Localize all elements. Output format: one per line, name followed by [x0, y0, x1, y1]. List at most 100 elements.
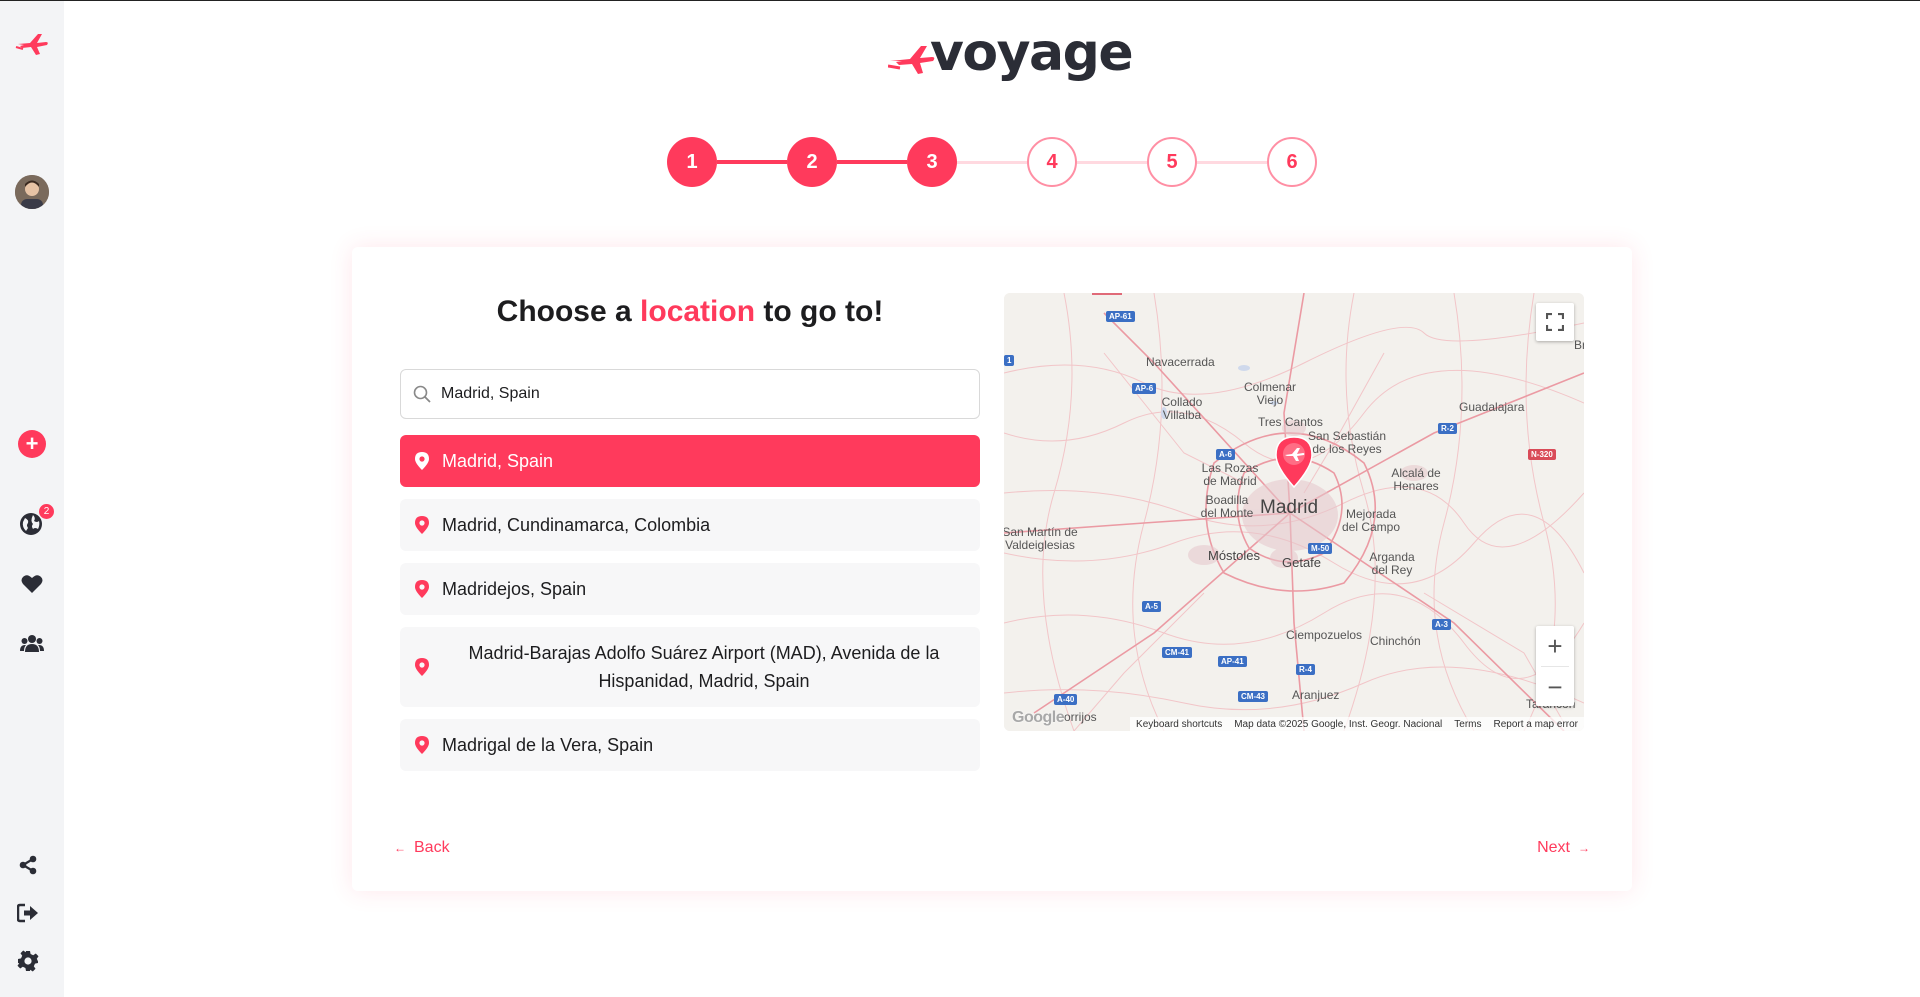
heading-post: to go to! — [763, 295, 884, 328]
location-card: Choose a location to go to! Madrid, Spai… — [352, 247, 1632, 891]
map-attribution: Keyboard shortcuts Map data ©2025 Google… — [1130, 717, 1584, 731]
road-shield: R-4 — [1296, 664, 1315, 675]
plane-logo-icon — [888, 46, 935, 74]
add-icon[interactable]: + — [18, 430, 46, 458]
result-label: Madrid, Cundinamarca, Colombia — [442, 514, 711, 535]
search-box — [400, 369, 980, 419]
location-pin-icon — [410, 452, 434, 470]
map-marker-icon[interactable] — [1274, 435, 1314, 489]
map-label: Boadilla del Monte — [1200, 493, 1254, 520]
step-3[interactable]: 3 — [907, 137, 957, 187]
map-label: Chinchón — [1370, 634, 1421, 648]
map-label: Mejorada del Campo — [1341, 507, 1401, 534]
map-label-madrid: Madrid — [1260, 497, 1319, 518]
users-icon[interactable] — [0, 632, 64, 654]
step-2[interactable]: 2 — [787, 137, 837, 187]
result-item[interactable]: Madrid-Barajas Adolfo Suárez Airport (MA… — [400, 627, 980, 707]
map-label: orrijos — [1064, 710, 1097, 724]
next-button[interactable]: Next → — [1537, 839, 1590, 857]
location-pin-icon — [410, 736, 434, 754]
result-item[interactable]: Madrid, Cundinamarca, Colombia — [400, 499, 980, 551]
app-name: voyage — [930, 23, 1134, 83]
terms-link[interactable]: Terms — [1454, 719, 1481, 730]
step-connector — [837, 160, 907, 164]
road-shield: N-320 — [1528, 449, 1556, 460]
zoom-out-button[interactable]: − — [1536, 667, 1574, 707]
globe-button[interactable]: 2 — [0, 504, 64, 539]
result-label: Madrigal de la Vera, Spain — [442, 734, 654, 755]
map-label: Arganda del Rey — [1369, 550, 1415, 577]
road-shield: AP-41 — [1218, 656, 1247, 667]
road-shield: 1 — [1004, 355, 1015, 366]
step-connector — [957, 160, 1027, 164]
step-connector — [717, 160, 787, 164]
result-label: Madrid, Spain — [442, 450, 554, 471]
google-logo: Google — [1012, 709, 1065, 726]
step-connector — [1197, 160, 1267, 164]
map-label: Móstoles — [1208, 548, 1261, 563]
map-label: Guadalajara — [1459, 400, 1525, 414]
road-shield: A-40 — [1054, 694, 1078, 705]
map-label: Tres Cantos — [1258, 415, 1323, 429]
notification-badge: 2 — [39, 504, 54, 519]
avatar[interactable] — [15, 175, 49, 209]
location-pin-icon — [410, 580, 434, 598]
page-title: Choose a location to go to! — [400, 295, 980, 329]
step-4[interactable]: 4 — [1027, 137, 1077, 187]
step-5[interactable]: 5 — [1147, 137, 1197, 187]
fullscreen-icon — [1546, 313, 1564, 331]
result-item[interactable]: Madrid, Spain — [400, 435, 980, 487]
map-label: Collado Villalba — [1161, 395, 1203, 422]
gear-icon[interactable] — [0, 949, 56, 973]
map-label: Colmenar Viejo — [1243, 380, 1297, 407]
map-label: San Martín de Valdeiglesias — [1004, 525, 1078, 552]
app-logo: voyage — [888, 23, 1134, 83]
heart-icon[interactable] — [0, 572, 64, 596]
result-label: Madridejos, Spain — [442, 578, 587, 599]
share-icon[interactable] — [0, 854, 56, 876]
result-item[interactable]: Madrigal de la Vera, Spain — [400, 719, 980, 771]
search-icon — [413, 385, 431, 403]
keyboard-shortcuts-link[interactable]: Keyboard shortcuts — [1136, 719, 1222, 730]
next-label: Next — [1537, 839, 1570, 856]
map-label: Ciempozuelos — [1286, 628, 1363, 642]
map-view[interactable]: AP-61 1 AP-6 A-6 R-2 N-320 M-50 A-5 A-3 … — [1004, 293, 1584, 731]
result-label: Madrid-Barajas Adolfo Suárez Airport (MA… — [468, 643, 940, 691]
logout-icon[interactable] — [0, 902, 56, 924]
map-data-text: Map data ©2025 Google, Inst. Geogr. Naci… — [1234, 718, 1443, 730]
map-label: Aranjuez — [1292, 688, 1340, 702]
location-pin-icon — [410, 516, 434, 534]
add-trip-button[interactable]: + — [0, 430, 64, 458]
result-item[interactable]: Madridejos, Spain — [400, 563, 980, 615]
map-label: Alcalá de Henares — [1391, 466, 1441, 493]
road-shield: A-3 — [1432, 619, 1451, 630]
road-shield: CM-43 — [1238, 691, 1269, 702]
results-list: Madrid, Spain Madrid, Cundinamarca, Colo… — [400, 435, 980, 783]
map-label: Las Rozas de Madrid — [1201, 461, 1259, 488]
fullscreen-button[interactable] — [1536, 303, 1574, 341]
heading-accent: location — [640, 295, 756, 328]
road-shield: CM-41 — [1162, 647, 1193, 658]
sidebar: + 2 — [0, 1, 64, 997]
step-connector — [1077, 160, 1147, 164]
back-button[interactable]: ← Back — [394, 839, 450, 857]
arrow-left-icon: ← — [394, 841, 406, 855]
location-pin-icon — [410, 658, 434, 676]
zoom-control: + − — [1536, 626, 1574, 706]
report-error-link[interactable]: Report a map error — [1494, 719, 1578, 730]
map-label: Br — [1574, 338, 1584, 352]
progress-stepper: 1 2 3 4 5 6 — [667, 137, 1317, 187]
step-6[interactable]: 6 — [1267, 137, 1317, 187]
zoom-in-button[interactable]: + — [1536, 626, 1574, 666]
road-shield: M-50 — [1308, 543, 1333, 554]
plane-logo-icon[interactable] — [0, 29, 64, 59]
road-shield: R-2 — [1438, 423, 1457, 434]
road-shield: AP-61 — [1106, 311, 1135, 322]
step-1[interactable]: 1 — [667, 137, 717, 187]
map-label: San Sebastián de los Reyes — [1307, 429, 1387, 456]
map-label: Getafe — [1282, 555, 1322, 570]
search-input[interactable] — [441, 385, 961, 403]
avatar-button[interactable] — [0, 175, 64, 209]
map-label: Navacerrada — [1146, 355, 1215, 369]
road-shield: A-5 — [1142, 601, 1161, 612]
